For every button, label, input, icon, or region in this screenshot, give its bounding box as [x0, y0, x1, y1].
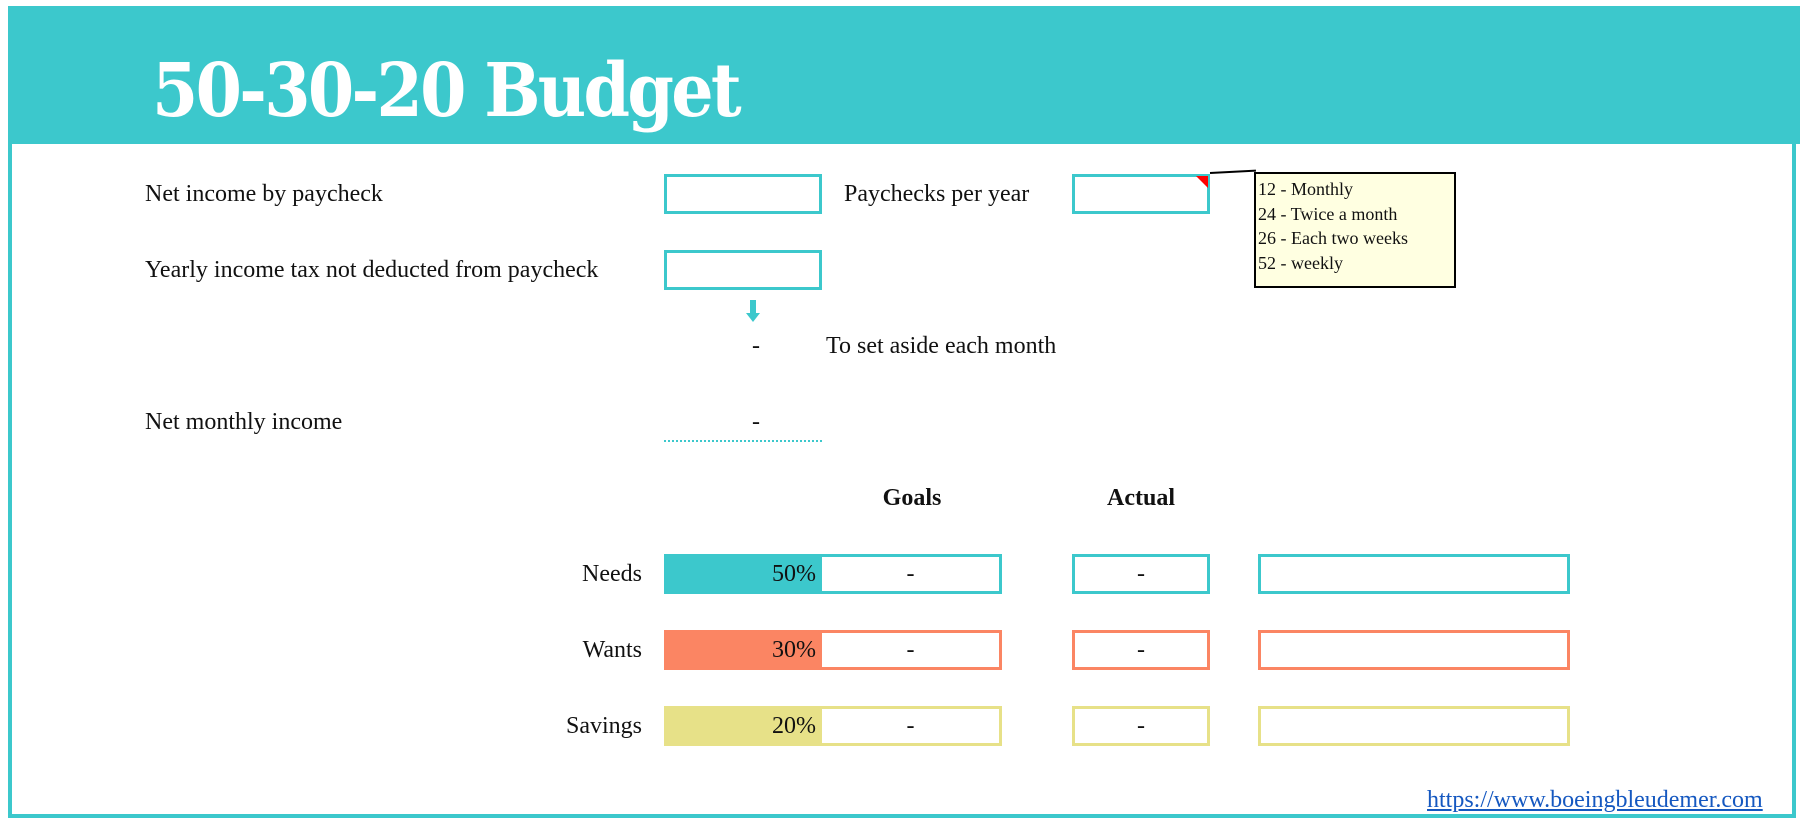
- page-title: 50-30-20 Budget: [152, 48, 742, 134]
- net-monthly-income-underline: [664, 440, 822, 442]
- set-aside-value: -: [752, 333, 760, 359]
- goal-cell: -: [822, 630, 1002, 670]
- comment-line: 24 - Twice a month: [1258, 203, 1398, 224]
- note-cell[interactable]: [1258, 630, 1570, 670]
- actual-cell[interactable]: -: [1072, 706, 1210, 746]
- set-aside-label: To set aside each month: [826, 333, 1057, 359]
- percent-cell: 30%: [664, 630, 822, 670]
- paychecks-per-year-label: Paychecks per year: [844, 181, 1030, 207]
- row-label: Savings: [565, 713, 642, 739]
- paychecks-comment-box: 12 - Monthly 24 - Twice a month 26 - Eac…: [1254, 172, 1456, 288]
- website-link[interactable]: https://www.boeingbleudemer.com: [1427, 786, 1763, 814]
- net-income-input[interactable]: [664, 174, 822, 214]
- goal-cell: -: [822, 706, 1002, 746]
- note-cell[interactable]: [1258, 554, 1570, 594]
- yearly-tax-label: Yearly income tax not deducted from payc…: [145, 257, 599, 283]
- actual-header: Actual: [1107, 485, 1175, 511]
- note-cell[interactable]: [1258, 706, 1570, 746]
- row-label: Needs: [582, 561, 642, 587]
- comment-line: 12 - Monthly: [1258, 179, 1354, 199]
- goals-header: Goals: [882, 485, 942, 511]
- comment-line: 26 - Each two weeks: [1258, 228, 1408, 248]
- goal-cell: -: [822, 554, 1002, 594]
- percent-cell: 20%: [664, 706, 822, 746]
- percent-cell: 50%: [664, 554, 822, 594]
- net-income-label: Net income by paycheck: [145, 181, 383, 207]
- net-monthly-income-value: -: [752, 409, 760, 435]
- paychecks-per-year-input[interactable]: [1072, 174, 1210, 214]
- comment-line: 52 - weekly: [1258, 252, 1343, 273]
- actual-cell[interactable]: -: [1072, 554, 1210, 594]
- comment-indicator-icon[interactable]: [1196, 176, 1208, 188]
- yearly-tax-input[interactable]: [664, 250, 822, 290]
- net-monthly-income-label: Net monthly income: [145, 409, 343, 435]
- row-label: Wants: [582, 637, 642, 663]
- arrow-down-icon: [746, 300, 760, 322]
- actual-cell[interactable]: -: [1072, 630, 1210, 670]
